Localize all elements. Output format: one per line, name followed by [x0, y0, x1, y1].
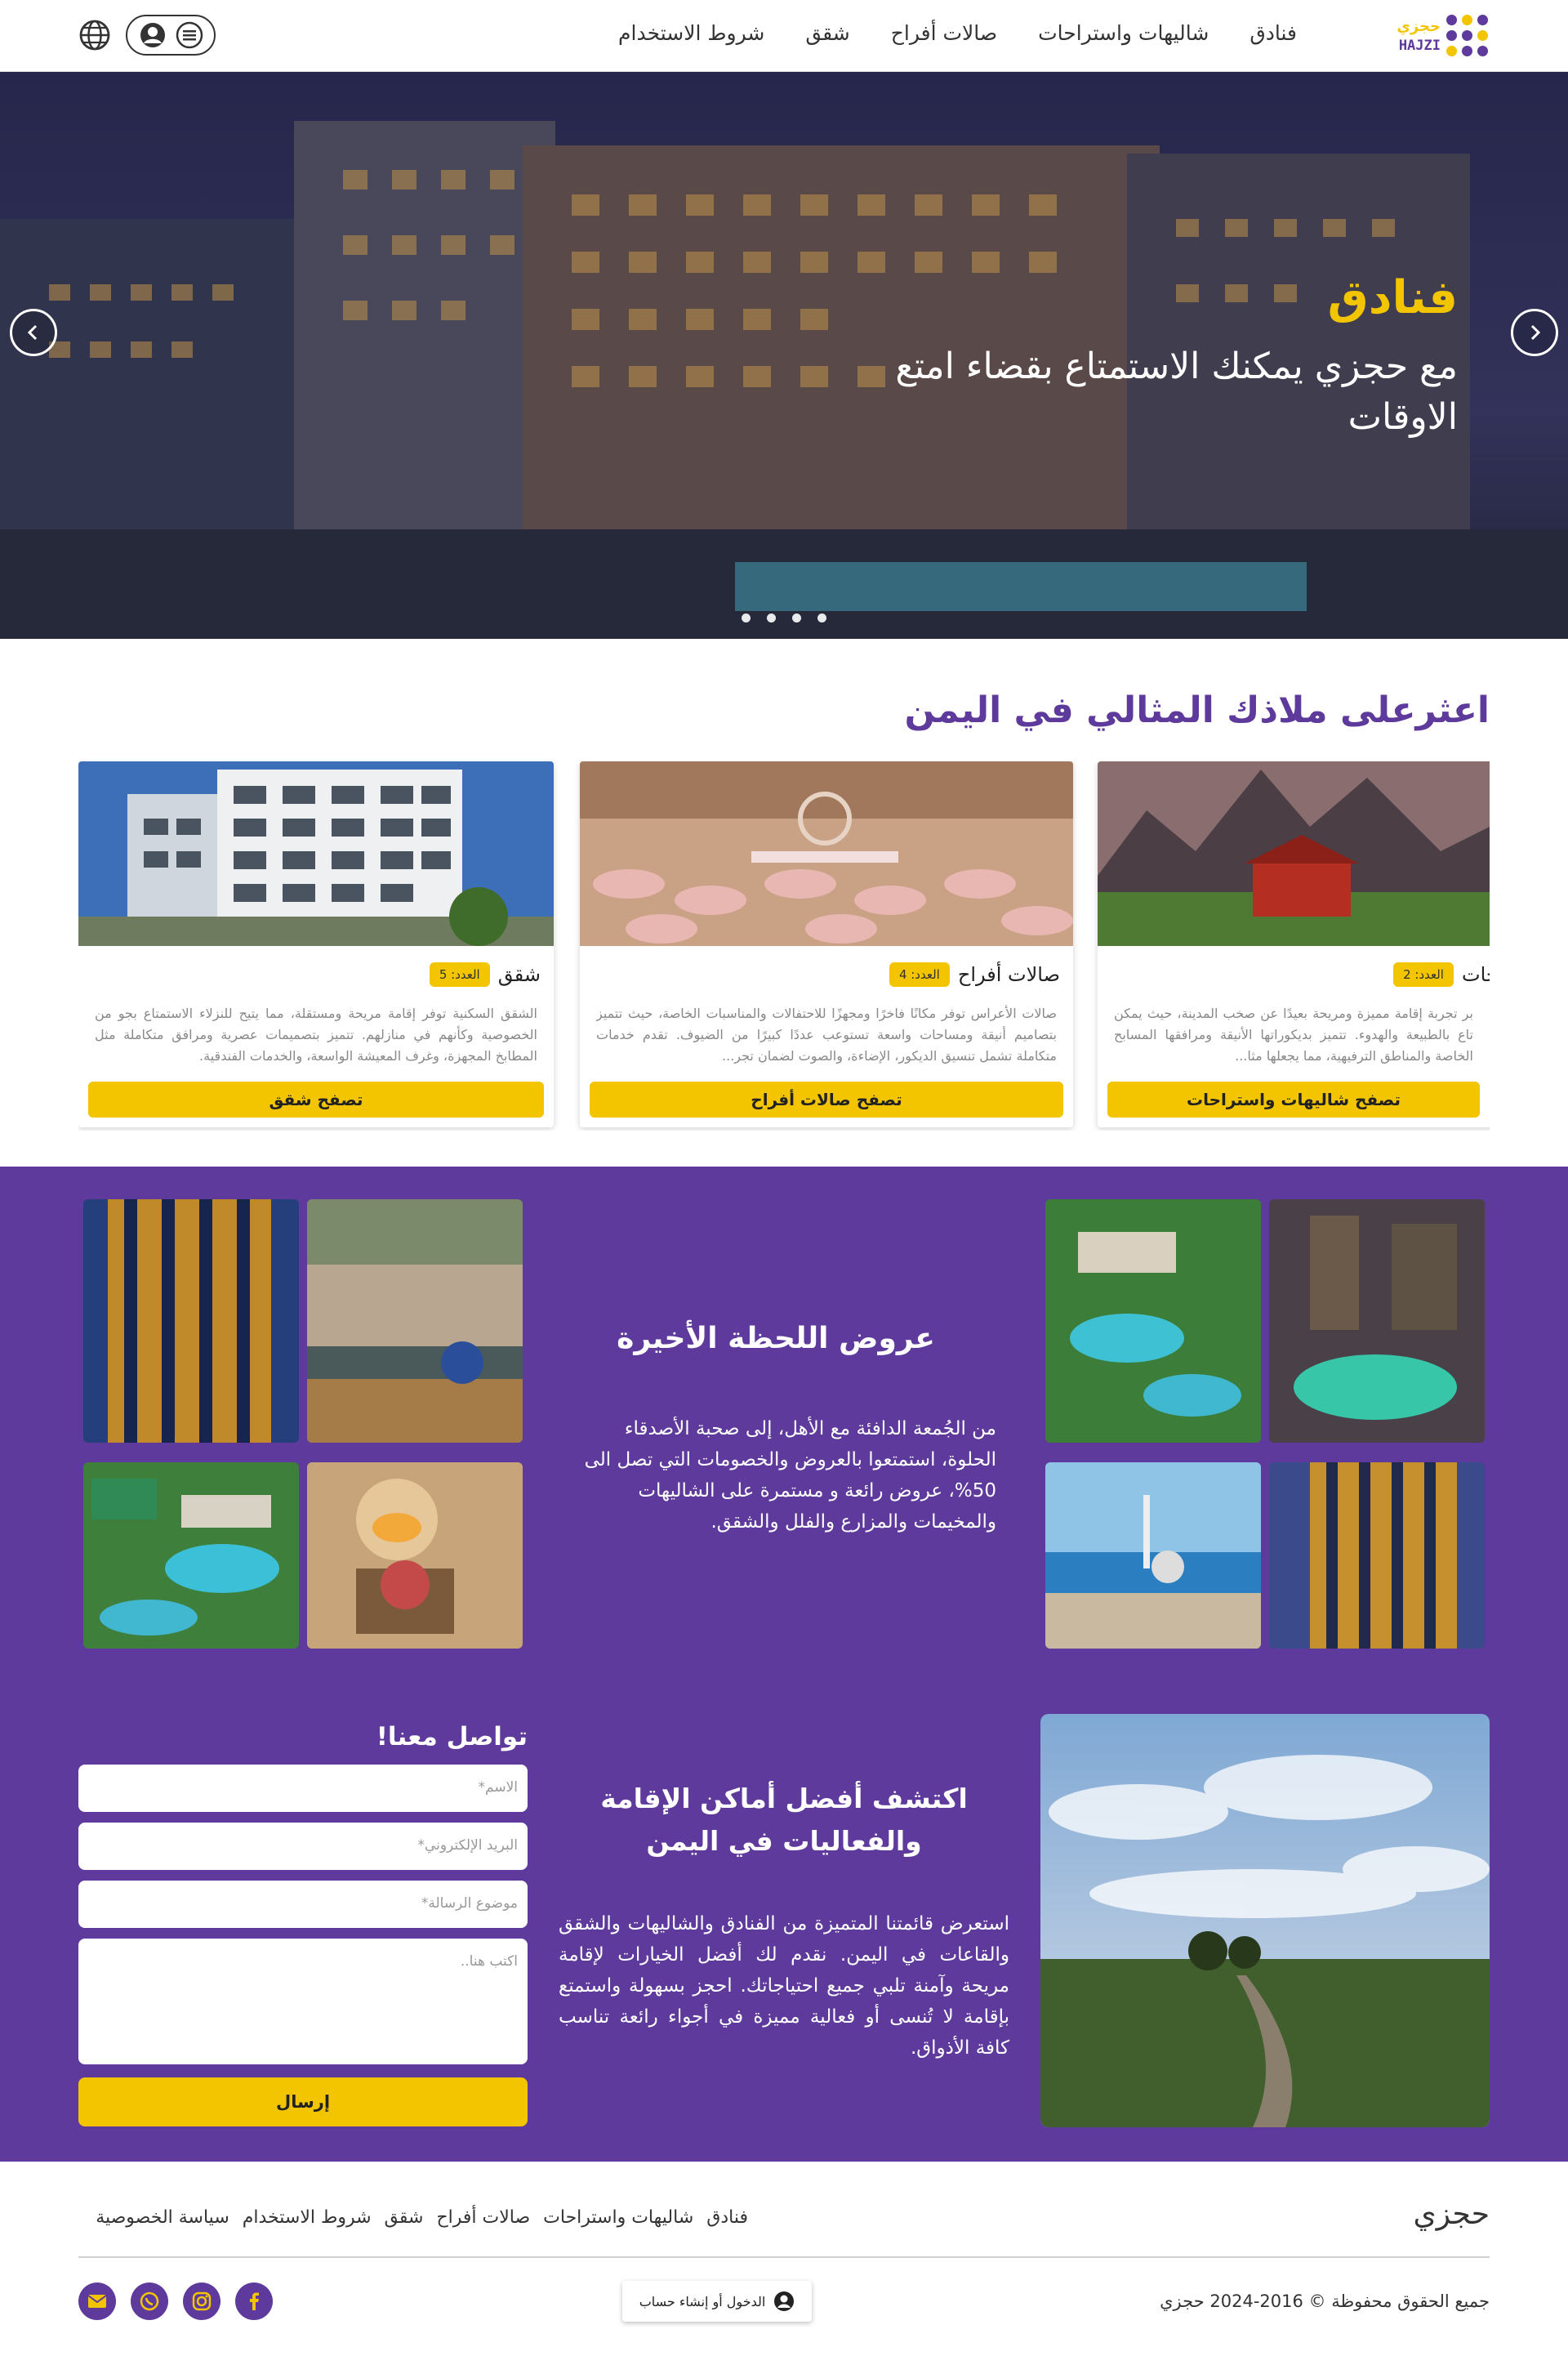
wedding-hall-image — [580, 761, 1073, 946]
offer-image-lobby — [307, 1462, 523, 1649]
language-globe-icon[interactable] — [78, 19, 111, 51]
footer-link-privacy[interactable]: سياسة الخصوصية — [96, 2207, 229, 2228]
card-chalets-name: ستراحات — [1461, 963, 1490, 986]
offer-image-seaside-mosque — [1045, 1462, 1261, 1649]
offer-image-golden-tower — [83, 1199, 299, 1443]
card-wedding-halls[interactable]: صالات أفراح العدد: 4 صالات الأعراس توفر … — [580, 761, 1073, 1127]
card-chalets-head: ستراحات العدد: 2 — [1393, 962, 1490, 987]
nav-terms[interactable]: شروط الاستخدام — [618, 21, 764, 45]
card-chalets-desc: بر تجربة إقامة مميزة ومريحة بعيدًا عن صخ… — [1114, 1006, 1473, 1064]
user-icon — [140, 23, 165, 47]
card-chalets-count-badge: العدد: 2 — [1393, 962, 1454, 987]
discover-text: استعرض قائمتنا المتميزة من الفنادق والشا… — [559, 1913, 1009, 2059]
footer-divider — [78, 2256, 1490, 2258]
card-chalets[interactable]: ستراحات العدد: 2 بر تجربة إقامة مميزة وم… — [1098, 761, 1490, 1127]
brand-logo[interactable]: حجزي HAJZI — [1396, 11, 1488, 60]
account-icon — [774, 2291, 795, 2311]
login-register-button[interactable]: الدخول أو إنشاء حساب — [622, 2281, 812, 2322]
card-apartments-count-badge: العدد: 5 — [429, 962, 490, 987]
footer-link-terms[interactable]: شروط الاستخدام — [243, 2207, 372, 2228]
card-halls-head: صالات أفراح العدد: 4 — [889, 962, 1060, 987]
offers-title: عروض اللحظة الأخيرة — [617, 1322, 935, 1355]
footer-link-halls[interactable]: صالات أفراح — [436, 2207, 530, 2228]
whatsapp-icon[interactable] — [131, 2282, 168, 2320]
hero-dot[interactable] — [817, 614, 826, 622]
contact-subject-field[interactable]: موضوع الرسالة* — [78, 1881, 528, 1928]
footer-links: فنادق شاليهات واستراحات صالات أفراح شقق … — [78, 2207, 748, 2228]
footer-link-hotels[interactable]: فنادق — [706, 2207, 748, 2228]
offer-image-tower — [1269, 1462, 1485, 1649]
nav-apartments[interactable]: شقق — [805, 21, 849, 45]
logo-text-en: HAJZI — [1398, 38, 1441, 54]
nav-chalets[interactable]: شاليهات واستراحات — [1038, 21, 1209, 45]
apartment-building-image — [78, 761, 554, 946]
footer-brand[interactable]: حجزي — [1413, 2198, 1490, 2231]
user-menu-button[interactable] — [126, 15, 216, 56]
discover-landscape-image — [1040, 1714, 1490, 2127]
hero-next-button[interactable] — [1511, 309, 1558, 356]
login-register-label: الدخول أو إنشاء حساب — [639, 2293, 766, 2309]
hero-slider: فنادق مع حجزي يمكنك الاستمتاع بقضاء امتع… — [0, 72, 1568, 639]
card-apartments-head: شقق العدد: 5 — [429, 962, 541, 987]
nav-hotels[interactable]: فنادق — [1250, 21, 1297, 45]
hero-text: مع حجزي يمكنك الاستمتاع بقضاء امتع الاوق… — [895, 346, 1458, 438]
card-halls-count-badge: العدد: 4 — [889, 962, 950, 987]
hero-dot[interactable] — [742, 614, 751, 622]
chevron-right-icon — [1530, 324, 1541, 341]
instagram-icon[interactable] — [183, 2282, 220, 2320]
card-halls-name: صالات أفراح — [957, 963, 1060, 986]
contact-send-button[interactable]: إرسال — [78, 2077, 528, 2126]
social-links — [78, 2282, 273, 2320]
footer-link-apartments[interactable]: شقق — [385, 2207, 424, 2228]
header-tools — [78, 15, 216, 56]
browse-apartments-button[interactable]: تصفح شقق — [88, 1082, 544, 1118]
contact-message-field[interactable]: اكتب هنا.. — [78, 1939, 528, 2064]
hero-dot[interactable] — [792, 614, 801, 622]
logo-text-ar: حجزي — [1396, 18, 1441, 35]
footer-copyright: جميع الحقوق محفوظة © 2016-2024 حجزي — [1160, 2291, 1490, 2311]
offer-image-canal — [307, 1199, 523, 1443]
offer-image-resort-pools — [83, 1462, 299, 1649]
card-apartments[interactable]: شقق العدد: 5 الشقق السكنية توفر إقامة مر… — [78, 761, 554, 1127]
card-apartments-desc: الشقق السكنية توفر إقامة مريحة ومستقلة، … — [95, 1006, 537, 1064]
chalet-mountain-image — [1098, 761, 1490, 946]
facebook-icon[interactable] — [235, 2282, 273, 2320]
menu-icon — [176, 21, 203, 49]
site-header: حجزي HAJZI فنادق شاليهات واستراحات صالات… — [0, 0, 1568, 72]
offer-image-resort-aerial — [1045, 1199, 1261, 1443]
hero-pagination — [742, 614, 826, 622]
contact-name-field[interactable]: الاسم* — [78, 1765, 528, 1812]
category-cards: ستراحات العدد: 2 بر تجربة إقامة مميزة وم… — [78, 761, 1490, 1131]
card-halls-desc: صالات الأعراس توفر مكانًا فاخرًا ومجهزًا… — [596, 1006, 1057, 1064]
offers-text: من الجُمعة الدافئة مع الأهل، إلى صحبة ال… — [584, 1418, 996, 1533]
hero-prev-button[interactable] — [10, 309, 57, 356]
chevron-left-icon — [27, 324, 38, 341]
contact-email-field[interactable]: البريد الإلكتروني* — [78, 1823, 528, 1870]
categories-title: اعثرعلى ملاذك المثالي في اليمن — [904, 689, 1490, 731]
card-apartments-name: شقق — [497, 963, 541, 986]
logo-dots-icon — [1446, 15, 1488, 57]
hero-title: فنادق — [1327, 271, 1458, 324]
offer-image-pool-night — [1269, 1199, 1485, 1443]
browse-chalets-button[interactable]: تصفح شاليهات واستراحات — [1107, 1082, 1480, 1118]
email-icon[interactable] — [78, 2282, 116, 2320]
hero-dot[interactable] — [767, 614, 776, 622]
discover-title: اكتشف أفضل أماكن الإقامة والفعاليات في ا… — [600, 1783, 968, 1857]
contact-title: تواصل معنا! — [376, 1722, 528, 1751]
browse-halls-button[interactable]: تصفح صالات أفراح — [590, 1082, 1063, 1118]
nav-wedding-halls[interactable]: صالات أفراح — [891, 21, 997, 45]
main-nav: فنادق شاليهات واستراحات صالات أفراح شقق … — [618, 21, 1297, 45]
footer-link-chalets[interactable]: شاليهات واستراحات — [543, 2207, 693, 2228]
